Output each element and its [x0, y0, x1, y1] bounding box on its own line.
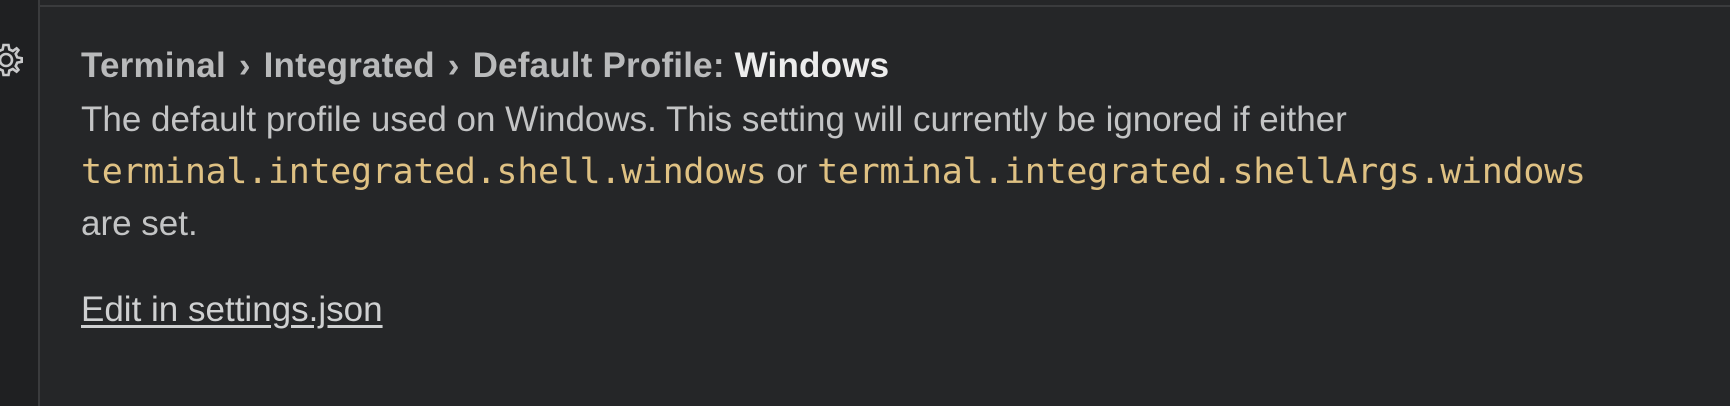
- code-shellargs-windows: terminal.integrated.shellArgs.windows: [817, 152, 1586, 192]
- description-line-3: are set.: [81, 198, 1721, 250]
- setting-title: Terminal › Integrated › Default Profile:…: [81, 44, 1721, 88]
- description-line-2: terminal.integrated.shell.windows or ter…: [81, 146, 1721, 198]
- edit-in-settings-json-link[interactable]: Edit in settings.json: [81, 288, 383, 332]
- description-line-1: The default profile used on Windows. Thi…: [81, 94, 1721, 146]
- description-or: or: [776, 152, 808, 191]
- settings-editor: Terminal › Integrated › Default Profile:…: [0, 0, 1730, 406]
- breadcrumb-separator: ›: [447, 46, 460, 85]
- gear-icon[interactable]: [0, 40, 26, 80]
- breadcrumb-terminal: Terminal: [81, 46, 226, 85]
- top-divider: [40, 5, 1730, 7]
- breadcrumb-default-profile: Default Profile:: [472, 46, 725, 85]
- setting-item: Terminal › Integrated › Default Profile:…: [81, 44, 1721, 332]
- description-are-set: are set.: [81, 204, 198, 243]
- setting-description: The default profile used on Windows. Thi…: [81, 94, 1721, 250]
- description-text: The default profile used on Windows. Thi…: [81, 100, 1347, 139]
- breadcrumb-separator: ›: [238, 46, 251, 85]
- breadcrumb-integrated: Integrated: [263, 46, 435, 85]
- settings-gutter: [0, 0, 40, 406]
- code-shell-windows: terminal.integrated.shell.windows: [81, 152, 767, 192]
- setting-name: Windows: [734, 46, 890, 85]
